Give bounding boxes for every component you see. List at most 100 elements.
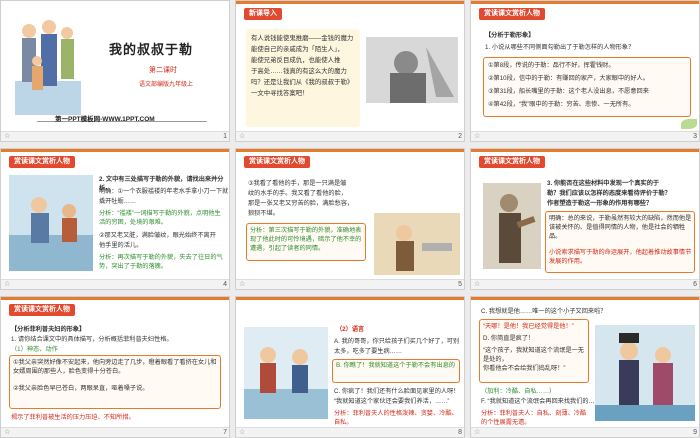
analysis-box: 分析：第三次描写于勒的外貌，准确地表现了他此时的可怜境遇，暗示了他不幸的遭遇，引… (246, 223, 366, 261)
slide-number: 9 (693, 429, 697, 436)
quote-line: “我就知道这个家伙还会要我们养活，……” (334, 398, 450, 405)
star-icon[interactable]: ☆ (4, 280, 10, 289)
leaf-decoration (681, 119, 697, 129)
analysis-text: 分析：再次描写于勒的外貌，失去了往日的气势，突出了于勒的落魄。 (99, 254, 223, 270)
slide-thumbnail-7[interactable]: 赏读课文赏析人物 【分析菲利普夫妇的形象】 1. 请你结合课文中的具体描写，分析… (0, 296, 230, 438)
slide-footer: ☆ 2 (236, 131, 464, 141)
answer-box: 明确：总的来说，于勒虽然有较大的缺陷，然而他是该被关怀的、是值得同情的人物，他是… (545, 211, 695, 273)
intro-line: 有人说钱能使鬼推磨——金钱的魔力 (251, 35, 354, 42)
slide-top-bar (1, 297, 229, 300)
family-ship-illustration (244, 327, 328, 419)
section-badge: 新课导入 (244, 8, 282, 20)
quote-line: D. 你简直是疯了！ (483, 335, 535, 342)
slide-thumbnail-2[interactable]: 新课导入 有人说钱能使鬼推磨——金钱的魔力 能使自己的亲戚成为「陌生人」， 能使… (235, 0, 465, 142)
slide-canvas: 赏读课文赏析人物 ③我看了看他的手，那是一只满是皱 纹的水手的手。我又看了看他的… (236, 149, 464, 281)
answer-line: 撬开牡蛎…… (99, 198, 137, 205)
slide-thumbnail-6[interactable]: 赏读课文赏析人物 3. 你能否在这些材料中发现一个真实的于 勒？我们应该以怎样的… (470, 148, 700, 290)
answer-line: 明确：①一个衣服褴褛的年老水手拿小刀一下就 (99, 188, 229, 195)
slide-canvas: 赏读课文赏析人物 3. 你能否在这些材料中发现一个真实的于 勒？我们应该以怎样的… (471, 149, 699, 281)
slide-number: 2 (458, 133, 462, 140)
characters-illustration (15, 11, 81, 115)
intro-line: 吗？还是让我们从《我的叔叔于勒》 (251, 79, 354, 86)
quote-line: “天哪！是他！我已经觉得是他！” (483, 323, 574, 330)
star-icon[interactable]: ☆ (239, 428, 245, 437)
star-icon[interactable]: ☆ (474, 428, 480, 437)
slide-canvas: C. 我想就是他……唯一的这个小子又回来啦？ “天哪！是他！我已经觉得是他！” … (471, 297, 699, 429)
slide-top-bar (236, 149, 464, 152)
section-badge: 赏读课文赏析人物 (244, 156, 310, 168)
slide-number: 5 (458, 281, 462, 288)
slide-number: 7 (223, 429, 227, 436)
violinist-illustration (483, 183, 541, 269)
slide-thumbnail-8[interactable]: （2）语言 A. 我的哥哥，你只给孩子们买几个好了，可别 太多，吃多了要生病……… (235, 296, 465, 438)
star-icon[interactable]: ☆ (474, 280, 480, 289)
quote-line: 纹的水手的手。我又看了看他的脸， (248, 190, 347, 197)
slide-thumbnail-9[interactable]: C. 我想就是他……唯一的这个小子又回来啦？ “天哪！是他！我已经觉得是他！” … (470, 296, 700, 438)
answer-text: 明确：总的来说，于勒虽然有较大的缺陷，然而他是该被关怀的、是值得同情的人物，他是… (549, 215, 692, 240)
section-heading: 【分析于勒形象】 (485, 32, 535, 39)
question-line: 勒？我们应该以怎样的态度来看待评价于勒？ (547, 190, 671, 197)
slide-footer: ☆ 5 (236, 279, 464, 289)
answer-line: ②那又老又脏，满脸皱纹，眼光始终不离开 (99, 232, 216, 239)
intro-line: 于高处……钱真的有这么大的魔力 (251, 68, 347, 75)
slide-canvas: 我的叔叔于勒 第二课时 语文部编版九年级上 第一PPT模板网-WWW.1PPT.… (1, 1, 229, 133)
slide-footer: ☆ 3 (471, 131, 699, 141)
answer-line: 他手里的活儿。 (99, 242, 143, 249)
slide-number: 1 (223, 133, 227, 140)
quote-line: F. “我就知道这个流氓会再回来找我们的……” (481, 398, 604, 405)
answer-box: ①第8段，传说的于勒：品行不好，挥霍钱财。 ②第10段，信中的于勒：有赚回的家产… (483, 57, 691, 117)
quote-line: B. 你瞧了！我就知道这个于勒不会有出息的 (336, 362, 455, 369)
star-icon[interactable]: ☆ (239, 280, 245, 289)
slide-canvas: 赏读课文赏析人物 【分析于勒形象】 1. 小说从哪些不同侧面勾勒出了于勒怎样的人… (471, 1, 699, 133)
slide-footer: ☆ 1 (1, 131, 229, 141)
subsection-label: （1）神态、动作 (11, 346, 58, 353)
quote-line: C. 我想就是他……唯一的这个小子又回来啦？ (481, 308, 607, 315)
slide-footer: ☆ 8 (236, 427, 464, 437)
quote-line: 狼狈不堪。 (248, 210, 279, 217)
star-icon[interactable]: ☆ (239, 132, 245, 141)
section-badge: 赏读课文赏析人物 (9, 304, 75, 316)
quote-line: 那是一张又老又穷苦的脸，满脸愁容， (248, 200, 354, 207)
slide-top-bar (1, 149, 229, 152)
quote-box: ①我父亲突然好像不安起来，他向旁边走了几步，瞪着眼看了看挤在女儿和女婿周围的那些… (9, 355, 221, 409)
sketch-illustration (366, 37, 458, 103)
slide-canvas: 赏读课文赏析人物 【分析菲利普夫妇的形象】 1. 请你结合课文中的具体描写，分析… (1, 297, 229, 429)
slide-thumbnail-3[interactable]: 赏读课文赏析人物 【分析于勒形象】 1. 小说从哪些不同侧面勾勒出了于勒怎样的人… (470, 0, 700, 142)
oyster-seller-illustration (9, 175, 93, 271)
answer-text: 小说索求描写于勒的命运展开，他起着推动故事情节发展的作用。 (549, 249, 692, 265)
slide-thumbnail-5[interactable]: 赏读课文赏析人物 ③我看了看他的手，那是一只满是皱 纹的水手的手。我又看了看他的… (235, 148, 465, 290)
slide-thumbnail-1[interactable]: 我的叔叔于勒 第二课时 语文部编版九年级上 第一PPT模板网-WWW.1PPT.… (0, 0, 230, 142)
quote-line: ③我看了看他的手，那是一只满是皱 (248, 180, 347, 187)
quote-line: A. 我的哥哥，你只给孩子们买几个好了，可别 (334, 338, 460, 345)
quote-text: ①我父亲突然好像不安起来，他向旁边走了几步，瞪着眼看了看挤在女儿和女婿周围的那些… (13, 359, 217, 375)
slide-thumbnail-4[interactable]: 赏读课文赏析人物 2. 文中有三处描写于勒的外貌，请找出来并分析。 明确：①一个… (0, 148, 230, 290)
intro-line: 能使自己的亲戚成为「陌生人」， (251, 46, 344, 53)
slide-canvas: 赏读课文赏析人物 2. 文中有三处描写于勒的外貌，请找出来并分析。 明确：①一个… (1, 149, 229, 281)
presentation-subtitle: 第二课时 (149, 67, 177, 74)
conclusion-text: 揭示了菲利普被生活的压力压迫、不知所措。 (11, 414, 135, 421)
section-badge: 赏读课文赏析人物 (479, 8, 545, 20)
section-heading: 【分析菲利普夫妇的形象】 (11, 326, 86, 333)
slide-footer: ☆ 9 (471, 427, 699, 437)
analysis-text: 分析：菲利普夫人的性格泼辣、贪婪、冷酷、自私。 (334, 410, 458, 426)
slide-footer: ☆ 7 (1, 427, 229, 437)
slide-top-bar (471, 149, 699, 152)
answer-item: ②第10段，信中的于勒：有赚回的家产，大家眼中的好人。 (488, 75, 649, 82)
analysis-text: 分析：第三次描写于勒的外貌，准确地表现了他此时的可怜境遇，暗示了他不幸的遭遇，引… (250, 227, 362, 252)
star-icon[interactable]: ☆ (474, 132, 480, 141)
star-icon[interactable]: ☆ (4, 132, 10, 141)
publisher-label: 语文部编版九年级上 (139, 82, 194, 88)
intro-line: 能使兄弟反目成仇，也能使人推 (251, 57, 341, 64)
site-link: 第一PPT模板网-WWW.1PPT.COM (55, 116, 155, 123)
slide-canvas: （2）语言 A. 我的哥哥，你只给孩子们买几个好了，可别 太多，吃多了要生病……… (236, 297, 464, 429)
analysis-text: 分析：菲利普夫人：自私、刻薄、冷酷的个性展露无遗。 (481, 410, 587, 426)
quote-line: “这个孩子，我就知道这个流氓是一无是处的， (483, 347, 585, 363)
slide-number: 8 (458, 429, 462, 436)
presentation-title: 我的叔叔于勒 (109, 42, 194, 57)
quote-line: （加利：冷酷、自私……） (481, 388, 556, 395)
question-text: 1. 请你结合课文中的具体描写，分析概括菲利普夫妇性格。 (11, 336, 173, 343)
star-icon[interactable]: ☆ (4, 428, 10, 437)
slide-top-bar (471, 1, 699, 4)
question-text: 1. 小说从哪些不同侧面勾勒出了于勒怎样的人物形象？ (485, 44, 635, 51)
slide-top-bar (236, 1, 464, 4)
